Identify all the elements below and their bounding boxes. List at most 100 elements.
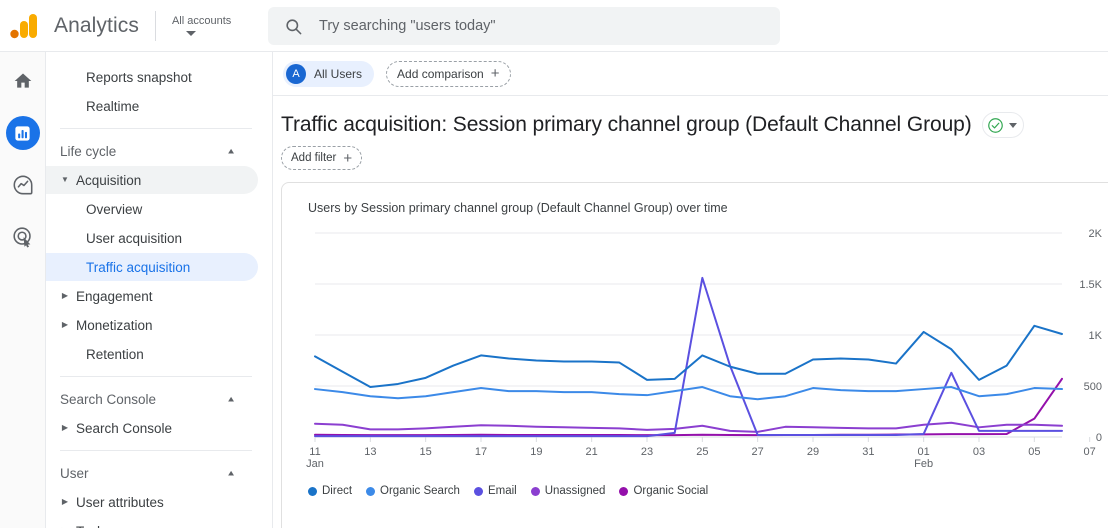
chevron-up-icon: ▲ xyxy=(226,468,236,478)
plus-icon: + xyxy=(343,149,353,167)
sidebar-item-label: Overview xyxy=(86,201,143,217)
rail-advertising-target-icon[interactable] xyxy=(6,220,40,254)
legend-label: Organic Social xyxy=(633,485,709,497)
x-axis-tick-sublabel: Feb xyxy=(914,458,933,470)
plus-icon: + xyxy=(490,65,500,82)
sidebar-item-realtime[interactable]: Realtime xyxy=(46,92,258,120)
x-axis-tick-label: 11 xyxy=(309,446,320,458)
sidebar-nav: Reports snapshot Realtime Life cycle ▲ ▼… xyxy=(46,52,273,528)
page-title: Traffic acquisition: Session primary cha… xyxy=(281,113,972,136)
add-filter-button[interactable]: Add filter + xyxy=(281,146,363,170)
x-axis-tick-label: 27 xyxy=(752,446,764,458)
caret-right-icon: ▶ xyxy=(61,497,69,506)
sidebar-section-label: User xyxy=(60,465,89,481)
sidebar-item-overview[interactable]: Overview xyxy=(46,195,258,223)
chart-title: Users by Session primary channel group (… xyxy=(308,201,728,215)
sidebar-item-label: Engagement xyxy=(76,288,153,304)
main-content: A All Users Add comparison + Traffic acq… xyxy=(273,52,1108,528)
sidebar-item-retention[interactable]: Retention xyxy=(46,340,258,368)
x-axis-tick-label: 19 xyxy=(530,446,542,458)
caret-right-icon: ▶ xyxy=(61,423,69,432)
sidebar-item-traffic-acquisition[interactable]: Traffic acquisition xyxy=(46,253,258,281)
sidebar-item-monetization[interactable]: ▶ Monetization xyxy=(46,311,258,339)
filter-bar: Add filter + xyxy=(273,138,1108,170)
legend-item-unassigned[interactable]: Unassigned xyxy=(530,485,605,497)
x-axis-tick-label: 17 xyxy=(475,446,487,458)
legend-item-email[interactable]: Email xyxy=(473,485,517,497)
analytics-app: Analytics All accounts Try searching "us… xyxy=(0,0,1108,528)
sidebar-section-label: Search Console xyxy=(60,391,157,407)
x-axis-tick-label: 13 xyxy=(364,446,376,458)
analytics-logo-icon[interactable] xyxy=(0,13,48,39)
rail-reports-bar-chart-icon[interactable] xyxy=(5,116,40,150)
caret-down-icon xyxy=(185,31,196,36)
sidebar-item-search-console[interactable]: ▶ Search Console xyxy=(46,414,258,442)
x-axis-tick-label: 25 xyxy=(696,446,708,458)
chart-plot-area[interactable]: 0 500 1K 1.5K 2K 11 Jan 13 15 17 19 21 23 25 27 29 31 01 F… xyxy=(282,223,1108,483)
legend-color-dot xyxy=(619,486,629,496)
legend-color-dot xyxy=(473,486,483,496)
legend-item-direct[interactable]: Direct xyxy=(308,485,352,497)
caret-down-icon xyxy=(1008,122,1017,128)
add-filter-label: Add filter xyxy=(291,152,337,164)
add-comparison-button[interactable]: Add comparison + xyxy=(386,60,511,87)
legend-item-organic-social[interactable]: Organic Social xyxy=(619,485,708,497)
sidebar-section-life-cycle[interactable]: Life cycle ▲ xyxy=(46,137,258,165)
sidebar-item-user-acquisition[interactable]: User acquisition xyxy=(46,224,258,252)
all-users-chip[interactable]: A All Users xyxy=(283,60,375,87)
series-line-email xyxy=(314,276,1063,438)
sidebar-section-user[interactable]: User ▲ xyxy=(46,459,258,487)
legend-item-organic-search[interactable]: Organic Search xyxy=(366,485,460,497)
x-axis-tick-label: 21 xyxy=(586,446,598,458)
report-status-dropdown[interactable] xyxy=(981,112,1024,138)
search-box[interactable] xyxy=(268,7,780,45)
caret-right-icon: ▶ xyxy=(61,320,69,329)
comparison-bar: A All Users Add comparison + xyxy=(273,52,1108,96)
sidebar-item-tech[interactable]: ▶ Tech xyxy=(46,517,258,528)
sidebar-section-label: Life cycle xyxy=(60,143,117,159)
sidebar-item-engagement[interactable]: ▶ Engagement xyxy=(46,282,258,310)
account-picker[interactable]: All accounts xyxy=(172,15,252,36)
y-axis-tick-label: 1.5K xyxy=(1079,279,1102,291)
x-axis-tick-label: 31 xyxy=(862,446,874,458)
sidebar-item-acquisition[interactable]: ▼ Acquisition xyxy=(46,166,258,194)
chevron-up-icon: ▲ xyxy=(226,146,236,156)
x-axis-tick-label: 01 xyxy=(918,446,930,458)
search-input[interactable] xyxy=(317,17,747,35)
sidebar-item-label: Search Console xyxy=(76,420,173,436)
rail-home-icon[interactable] xyxy=(6,64,40,98)
icon-rail xyxy=(0,52,46,528)
sidebar-item-label: Monetization xyxy=(76,317,153,333)
search-icon xyxy=(284,17,303,36)
sidebar-divider xyxy=(60,128,252,129)
all-users-label: All Users xyxy=(314,66,363,81)
legend-color-dot xyxy=(530,486,540,496)
sidebar-section-search-console[interactable]: Search Console ▲ xyxy=(46,385,258,413)
series-line-organic-search xyxy=(314,386,1063,401)
sidebar-item-reports-snapshot[interactable]: Reports snapshot xyxy=(46,63,258,91)
sidebar-item-label: Traffic acquisition xyxy=(86,259,191,275)
legend-color-dot xyxy=(308,486,317,496)
x-axis-tick-label: 15 xyxy=(420,446,432,458)
sidebar-item-user-attributes[interactable]: ▶ User attributes xyxy=(46,488,258,516)
top-bar: Analytics All accounts xyxy=(0,0,1108,52)
sidebar-item-label: Acquisition xyxy=(76,172,142,188)
chevron-up-icon: ▲ xyxy=(226,394,236,404)
brand-title: Analytics xyxy=(54,13,139,37)
legend-color-dot xyxy=(366,486,376,496)
sidebar-item-label: User acquisition xyxy=(86,230,183,246)
chart-legend: Direct Organic Search Email Unassigned Organ… xyxy=(308,485,708,497)
x-axis-tick-label: 29 xyxy=(807,446,819,458)
sidebar-item-label: Reports snapshot xyxy=(86,69,192,85)
sidebar-item-label: Retention xyxy=(86,346,144,362)
check-circle-green-icon xyxy=(987,117,1004,134)
page-title-row: Traffic acquisition: Session primary cha… xyxy=(273,96,1108,138)
legend-label: Direct xyxy=(322,485,353,497)
chart-card: Users by Session primary channel group (… xyxy=(281,182,1108,528)
avatar: A xyxy=(286,63,306,84)
rail-explore-icon[interactable] xyxy=(6,168,40,202)
y-axis-tick-label: 2K xyxy=(1089,228,1103,240)
x-axis-tick-label: 05 xyxy=(1028,446,1040,458)
sidebar-divider xyxy=(60,450,252,451)
line-chart[interactable]: 0 500 1K 1.5K 2K 11Jan 13 15 17 19 21 23 25 27 29 31 01F… xyxy=(282,223,1108,483)
